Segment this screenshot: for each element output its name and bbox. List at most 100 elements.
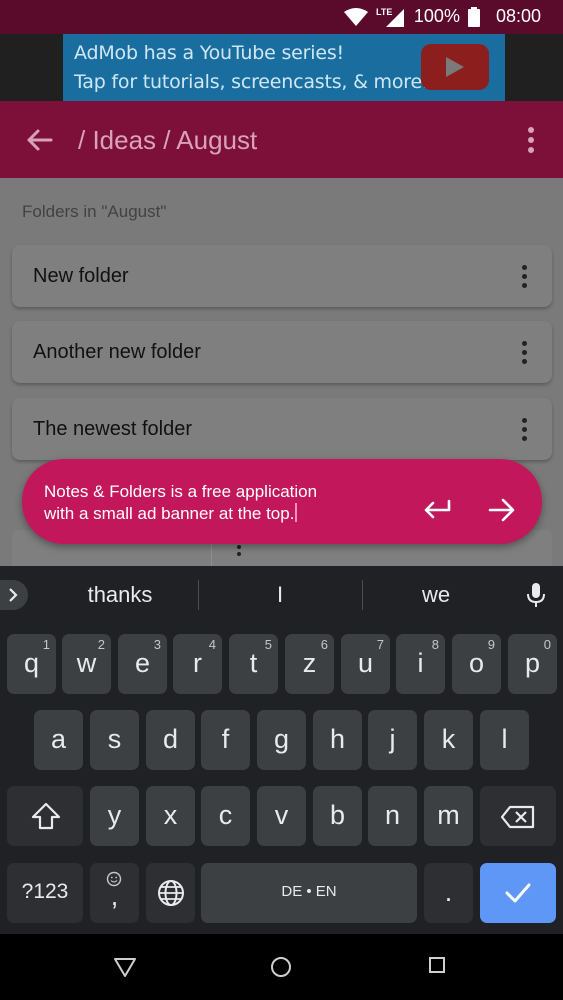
folder-item[interactable]: Another new folder <box>12 321 552 383</box>
key-label: a <box>50 724 67 754</box>
battery-percent: 100% <box>413 6 460 26</box>
network-type: LTE <box>376 7 392 17</box>
key-a[interactable]: a <box>34 710 83 770</box>
space-key[interactable]: DE • EN <box>201 863 417 923</box>
key-label: r <box>193 648 202 678</box>
key-q[interactable]: 1q <box>7 634 56 694</box>
period-key[interactable]: . <box>424 863 473 923</box>
key-s[interactable]: s <box>90 710 139 770</box>
more-vert-icon[interactable] <box>518 418 530 442</box>
key-c[interactable]: c <box>201 786 250 846</box>
note-text-input[interactable]: Notes & Folders is a free application wi… <box>44 481 374 525</box>
key-d[interactable]: d <box>146 710 195 770</box>
folder-item[interactable]: The newest folder <box>12 398 552 460</box>
ad-headline: AdMob has a YouTube series! <box>74 42 344 64</box>
key-l[interactable]: l <box>480 710 529 770</box>
key-label: s <box>107 724 122 754</box>
back-triangle-icon[interactable] <box>113 956 137 978</box>
suggestion-1[interactable]: thanks <box>40 582 200 608</box>
ad-subline: Tap for tutorials, screencasts, & more. <box>74 71 428 93</box>
signal-icon: LTE <box>376 7 404 27</box>
screen: LTE 100% 08:00 AdMob has a YouTube serie… <box>0 0 563 1000</box>
key-label: w <box>76 648 97 678</box>
key-label: i <box>417 648 424 678</box>
key-label: g <box>273 724 290 754</box>
key-label: d <box>162 724 179 754</box>
key-label: v <box>274 800 289 830</box>
app-toolbar: / Ideas / August <box>0 101 563 178</box>
key-x[interactable]: x <box>146 786 195 846</box>
key-label: e <box>134 648 151 678</box>
key-label: l <box>501 724 508 754</box>
key-k[interactable]: k <box>424 710 473 770</box>
suggestion-3[interactable]: we <box>364 582 508 608</box>
shift-icon <box>31 802 61 830</box>
key-w[interactable]: 2w <box>62 634 111 694</box>
folder-name: The newest folder <box>33 418 192 440</box>
system-nav-bar <box>0 934 563 1000</box>
language-key[interactable] <box>146 863 195 923</box>
clock: 08:00 <box>495 6 541 26</box>
key-m[interactable]: m <box>424 786 473 846</box>
comma-emoji-key[interactable]: , <box>90 863 139 923</box>
key-label: b <box>329 800 346 830</box>
chevron-right-icon[interactable] <box>0 580 28 610</box>
key-v[interactable]: v <box>257 786 306 846</box>
globe-icon <box>158 880 184 906</box>
input-line-1: Notes & Folders is a free application <box>44 482 318 501</box>
status-bar: LTE 100% 08:00 <box>0 0 563 34</box>
key-label: t <box>249 648 258 678</box>
more-vert-icon[interactable] <box>519 127 543 155</box>
key-p[interactable]: 0p <box>508 634 557 694</box>
suggestion-2[interactable]: I <box>200 582 360 608</box>
folder-item[interactable]: New folder <box>12 245 552 307</box>
key-label: y <box>107 800 122 830</box>
key-u[interactable]: 7u <box>341 634 390 694</box>
suggestion-strip: thanks I we <box>0 566 563 624</box>
key-label: z <box>302 648 317 678</box>
more-vert-icon[interactable] <box>518 341 530 365</box>
key-e[interactable]: 3e <box>118 634 167 694</box>
folder-name: New folder <box>33 265 129 287</box>
microphone-icon[interactable] <box>526 582 546 608</box>
key-i[interactable]: 8i <box>396 634 445 694</box>
keyboard: thanks I we 1q 2w 3e 4r 5t 6z 7u 8i 9o 0… <box>0 566 563 934</box>
more-vert-icon[interactable] <box>518 265 530 289</box>
check-icon <box>505 883 531 903</box>
key-label: ?123 <box>21 880 69 903</box>
key-t[interactable]: 5t <box>229 634 278 694</box>
enter-key[interactable] <box>480 863 556 923</box>
status-icons: LTE 100% 08:00 <box>343 6 541 27</box>
section-label: Folders in "August" <box>22 202 167 221</box>
symbols-key[interactable]: ?123 <box>7 863 83 923</box>
recents-square-icon[interactable] <box>428 956 446 974</box>
arrow-right-icon[interactable] <box>488 497 516 523</box>
key-o[interactable]: 9o <box>452 634 501 694</box>
wifi-icon <box>343 7 368 26</box>
key-g[interactable]: g <box>257 710 306 770</box>
key-label: n <box>384 800 401 830</box>
key-label: k <box>441 724 456 754</box>
input-line-2: with a small ad banner at the top. <box>44 504 295 523</box>
key-label: , <box>110 881 119 911</box>
home-circle-icon[interactable] <box>270 956 292 978</box>
youtube-play-icon[interactable] <box>421 44 489 90</box>
text-input-bubble[interactable]: Notes & Folders is a free application wi… <box>22 459 542 544</box>
shift-key[interactable] <box>7 786 83 846</box>
backspace-key[interactable] <box>480 786 556 846</box>
key-h[interactable]: h <box>313 710 362 770</box>
arrow-left-icon[interactable] <box>24 125 54 155</box>
key-y[interactable]: y <box>90 786 139 846</box>
key-r[interactable]: 4r <box>173 634 222 694</box>
text-caret <box>295 503 298 522</box>
key-n[interactable]: n <box>368 786 417 846</box>
return-arrow-icon[interactable] <box>422 497 452 521</box>
key-b[interactable]: b <box>313 786 362 846</box>
key-f[interactable]: f <box>201 710 250 770</box>
key-label: DE • EN <box>281 883 337 900</box>
ad-banner[interactable]: AdMob has a YouTube series! Tap for tuto… <box>63 34 505 101</box>
key-j[interactable]: j <box>368 710 417 770</box>
key-label: h <box>329 724 346 754</box>
key-z[interactable]: 6z <box>285 634 334 694</box>
key-label: . <box>444 877 453 907</box>
